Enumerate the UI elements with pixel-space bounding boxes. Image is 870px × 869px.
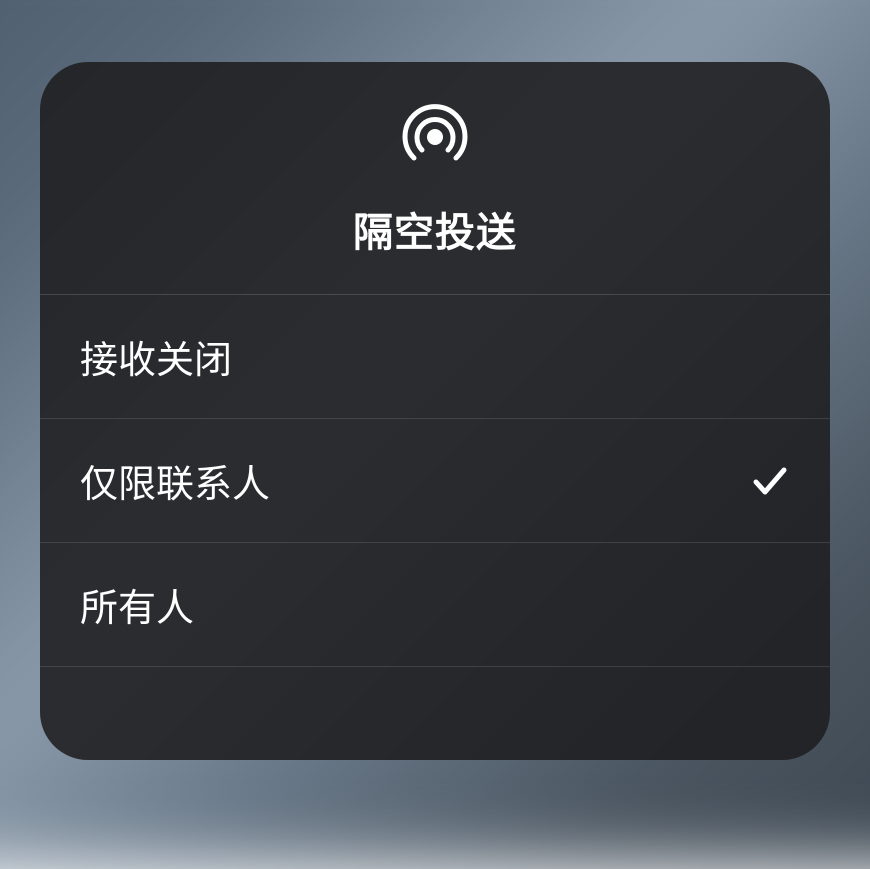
airdrop-icon [400,102,470,172]
airdrop-settings-panel: 隔空投送 接收关闭 仅限联系人 所有人 [40,62,830,760]
option-list: 接收关闭 仅限联系人 所有人 [40,295,830,667]
panel-header: 隔空投送 [40,62,830,295]
option-label: 所有人 [80,577,194,632]
panel-title: 隔空投送 [353,200,517,258]
option-label: 接收关闭 [80,329,232,384]
option-everyone[interactable]: 所有人 [40,543,830,667]
option-label: 仅限联系人 [80,453,270,508]
option-receiving-off[interactable]: 接收关闭 [40,295,830,419]
checkmark-icon [750,461,790,501]
option-contacts-only[interactable]: 仅限联系人 [40,419,830,543]
